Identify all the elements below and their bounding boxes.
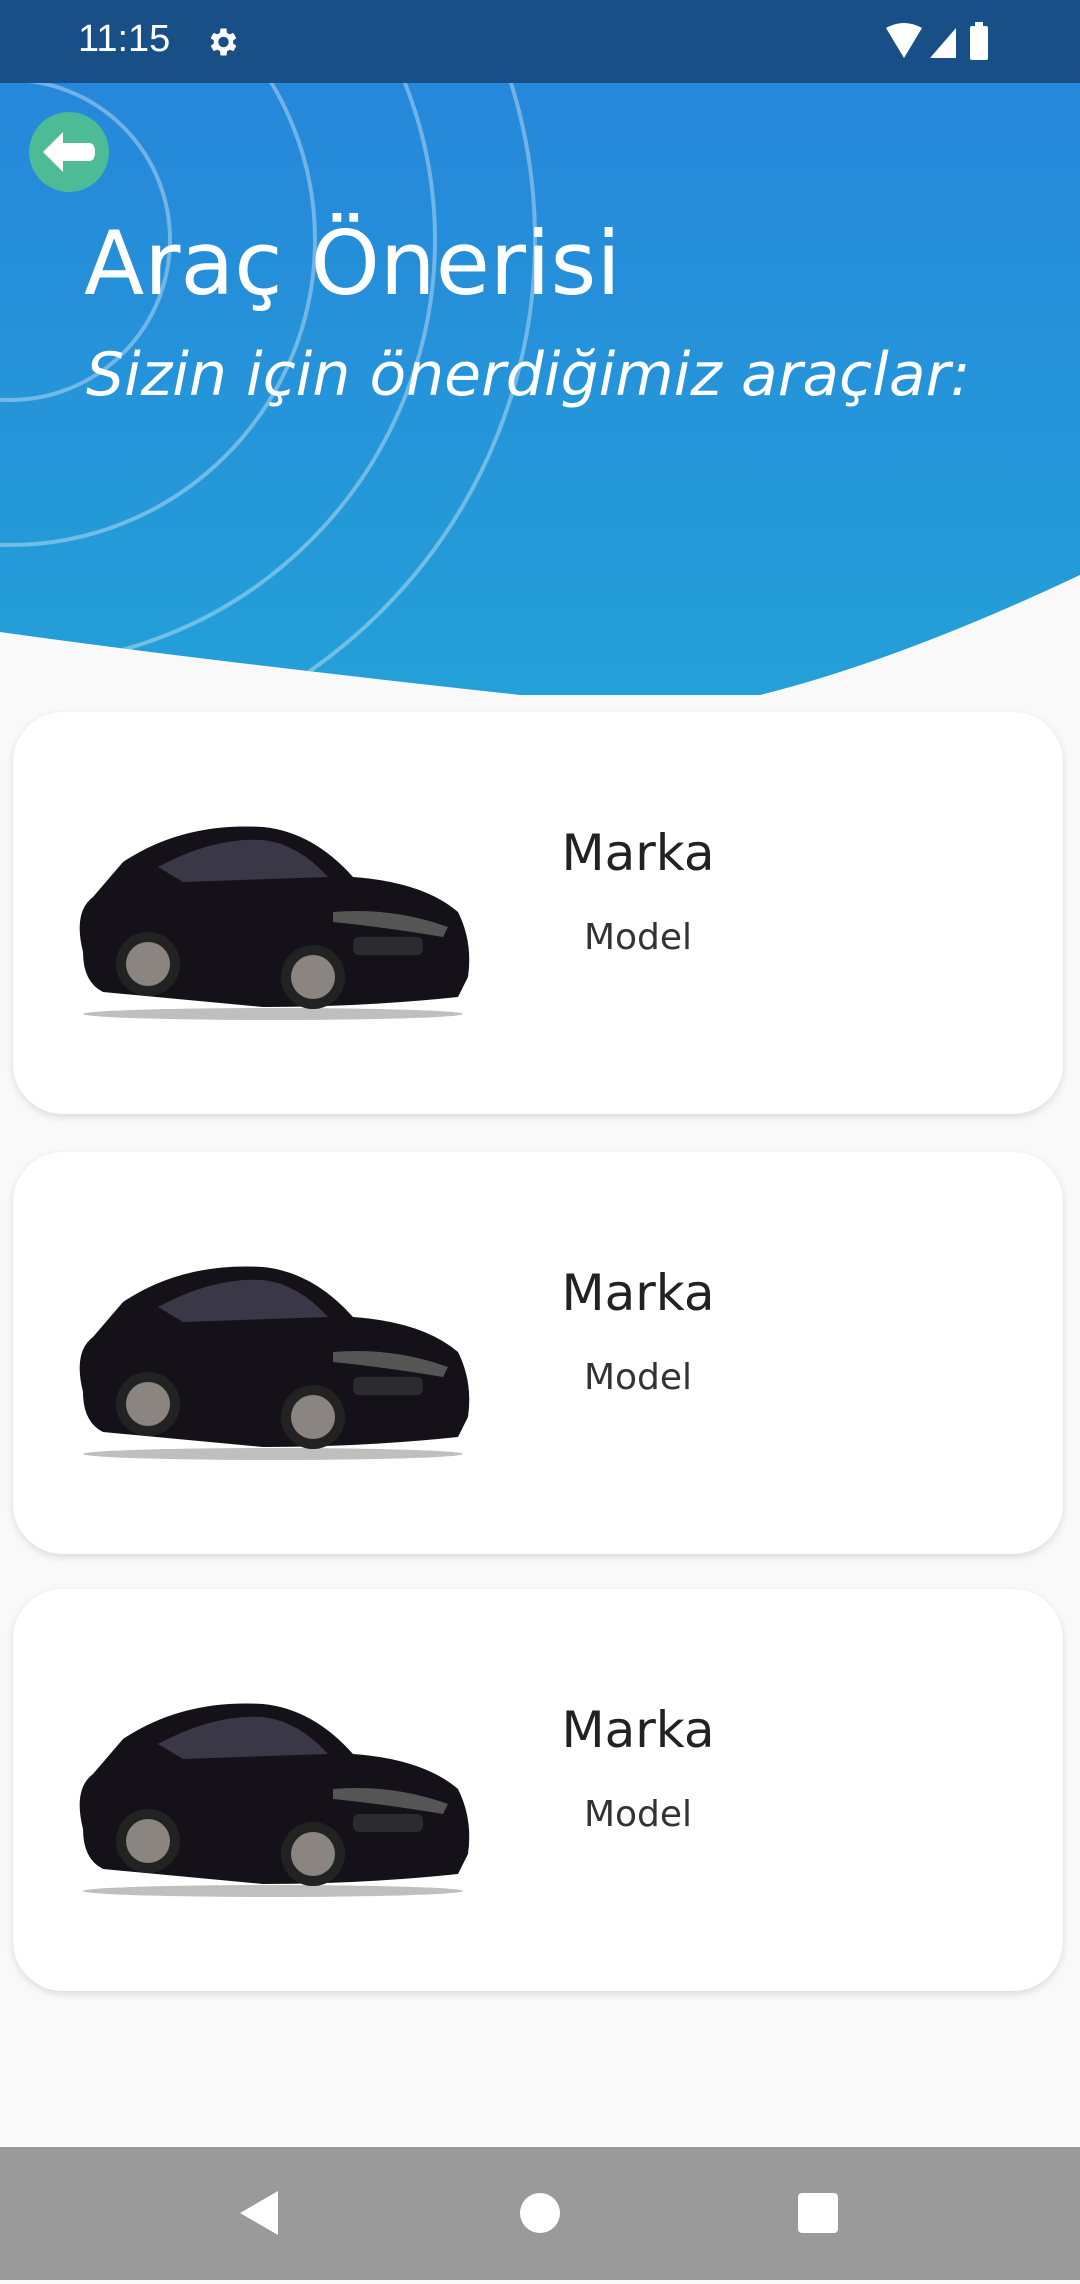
header: 11:15 Araç Önerisi Sizin için önerdiğimi… <box>0 0 1080 700</box>
car-image <box>79 826 470 1020</box>
car-image <box>79 1703 470 1897</box>
arrow-left-icon <box>43 132 95 172</box>
signal-icon <box>930 28 956 58</box>
car-card[interactable]: Marka Model <box>13 712 1063 1114</box>
battery-icon <box>970 26 988 60</box>
car-model: Model <box>583 917 693 958</box>
car-brand: Marka <box>561 1701 715 1759</box>
nav-buttons <box>240 2191 838 2235</box>
navigation-bar <box>0 2147 1080 2280</box>
status-time: 11:15 <box>78 18 171 60</box>
page-subtitle: Sizin için önerdiğimiz araçlar: <box>86 340 971 410</box>
car-card[interactable]: Marka Model <box>13 1152 1063 1554</box>
back-button[interactable] <box>29 112 109 192</box>
page-title: Araç Önerisi <box>84 212 621 315</box>
car-image <box>79 1266 470 1460</box>
recents-square-icon[interactable] <box>798 2193 838 2233</box>
car-brand: Marka <box>561 1264 715 1322</box>
car-model: Model <box>583 1794 693 1835</box>
car-brand: Marka <box>561 824 715 882</box>
home-circle-icon[interactable] <box>520 2193 560 2233</box>
gear-icon <box>210 28 237 56</box>
car-model: Model <box>583 1357 693 1398</box>
status-bar: 11:15 <box>0 0 1080 83</box>
car-card[interactable]: Marka Model <box>13 1589 1063 1991</box>
back-triangle-icon[interactable] <box>240 2191 278 2235</box>
status-icons <box>886 22 988 60</box>
wifi-icon <box>886 23 922 58</box>
